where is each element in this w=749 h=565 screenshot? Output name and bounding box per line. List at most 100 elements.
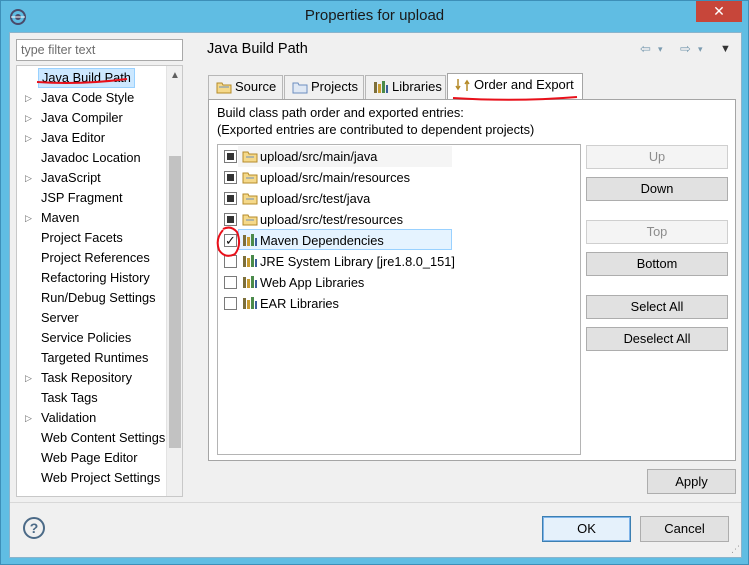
- classpath-entries-list: upload/src/main/java upload/src/main/reso…: [217, 144, 581, 455]
- expand-arrow-icon[interactable]: ▷: [25, 108, 35, 128]
- tab-projects[interactable]: Projects: [284, 75, 364, 99]
- view-menu-icon[interactable]: ▼: [720, 43, 731, 55]
- tree-item[interactable]: Server: [17, 308, 167, 328]
- tree-item[interactable]: ▷ Java Editor: [17, 128, 167, 148]
- tree-item-label: JSP Fragment: [41, 190, 123, 205]
- classpath-entry[interactable]: Maven Dependencies: [218, 230, 578, 251]
- bottom-button[interactable]: Bottom: [586, 252, 728, 276]
- classpath-entry[interactable]: Web App Libraries: [218, 272, 578, 293]
- down-button[interactable]: Down: [586, 177, 728, 201]
- tree-item-label: Validation: [41, 410, 97, 425]
- navigation-icons: ⇦ ▾ ⇨ ▾ ▼: [640, 41, 736, 59]
- tree-item[interactable]: ▷ JavaScript: [17, 168, 167, 188]
- export-checkbox[interactable]: [224, 255, 237, 268]
- forward-arrow-icon[interactable]: ⇨: [680, 41, 691, 57]
- classpath-entry[interactable]: upload/src/test/resources: [218, 209, 578, 230]
- tree-item[interactable]: JSP Fragment: [17, 188, 167, 208]
- classpath-entry-label: EAR Libraries: [260, 296, 339, 311]
- tree-item[interactable]: Web Project Settings: [17, 468, 167, 488]
- export-checkbox[interactable]: [224, 171, 237, 184]
- library-icon: [243, 255, 257, 267]
- expand-arrow-icon[interactable]: ▷: [25, 408, 35, 428]
- tab-libraries[interactable]: Libraries: [365, 75, 446, 99]
- export-checkbox[interactable]: [224, 297, 237, 310]
- tree-item-label: Server: [41, 310, 79, 325]
- footer-separator: [10, 502, 741, 503]
- classpath-entry-label: upload/src/test/java: [260, 191, 371, 206]
- tree-item[interactable]: Project Facets: [17, 228, 167, 248]
- resize-grip-icon[interactable]: ⋰: [731, 544, 740, 555]
- classpath-entry-label: JRE System Library [jre1.8.0_151]: [260, 254, 455, 269]
- tree-item[interactable]: ▷ Validation: [17, 408, 167, 428]
- help-icon[interactable]: ?: [23, 517, 45, 539]
- classpath-entry-label: upload/src/test/resources: [260, 212, 403, 227]
- export-checkbox[interactable]: [224, 213, 237, 226]
- expand-arrow-icon[interactable]: ▷: [25, 208, 35, 228]
- tree-item[interactable]: Run/Debug Settings: [17, 288, 167, 308]
- tree-item[interactable]: Refactoring History: [17, 268, 167, 288]
- top-button[interactable]: Top: [586, 220, 728, 244]
- tree-item-label: Run/Debug Settings: [41, 290, 156, 305]
- classpath-entry[interactable]: upload/src/main/resources: [218, 167, 578, 188]
- back-menu-icon[interactable]: ▾: [658, 44, 663, 55]
- classpath-entry[interactable]: upload/src/main/java: [218, 146, 578, 167]
- tree-vertical-scrollbar[interactable]: ▲: [166, 66, 182, 496]
- classpath-entry-label: upload/src/main/resources: [260, 170, 411, 185]
- tree-item[interactable]: Targeted Runtimes: [17, 348, 167, 368]
- source-folder-icon: [242, 172, 258, 184]
- filter-input[interactable]: type filter text: [16, 39, 183, 61]
- tree-item-label: Web Page Editor: [41, 450, 138, 465]
- classpath-entry[interactable]: EAR Libraries: [218, 293, 578, 314]
- tree-item-label: Targeted Runtimes: [41, 350, 149, 365]
- tree-item-label: Refactoring History: [41, 270, 150, 285]
- export-checkbox[interactable]: [224, 230, 237, 251]
- expand-arrow-icon[interactable]: ▷: [25, 368, 35, 388]
- tree-item[interactable]: ▷ Java Compiler: [17, 108, 167, 128]
- tree-item[interactable]: Project References: [17, 248, 167, 268]
- title-bar[interactable]: Properties for upload ✕: [1, 1, 748, 33]
- order-and-export-panel: Build class path order and exported entr…: [208, 99, 736, 461]
- forward-menu-icon[interactable]: ▾: [698, 44, 703, 55]
- tree-item-label: Task Repository: [41, 370, 133, 385]
- classpath-entry[interactable]: JRE System Library [jre1.8.0_151]: [218, 251, 578, 272]
- tree-item[interactable]: Task Tags: [17, 388, 167, 408]
- close-button[interactable]: ✕: [696, 1, 742, 22]
- panel-description-note: (Exported entries are contributed to dep…: [217, 122, 535, 137]
- scroll-thumb[interactable]: [169, 156, 181, 448]
- tree-item[interactable]: ▷ Maven: [17, 208, 167, 228]
- classpath-entry-label: Maven Dependencies: [260, 233, 384, 248]
- tree-item[interactable]: Web Page Editor: [17, 448, 167, 468]
- tree-item[interactable]: ▷ Task Repository: [17, 368, 167, 388]
- libraries-icon: [374, 81, 388, 93]
- tree-item[interactable]: Javadoc Location: [17, 148, 167, 168]
- tab-order-and-export-label: Order and Export: [474, 77, 574, 92]
- up-button[interactable]: Up: [586, 145, 728, 169]
- export-checkbox[interactable]: [224, 150, 237, 163]
- tree-item-label: Service Policies: [41, 330, 132, 345]
- tree-item-label: Javadoc Location: [41, 150, 141, 165]
- tree-item[interactable]: Service Policies: [17, 328, 167, 348]
- tab-source[interactable]: Source: [208, 75, 283, 99]
- tab-order-and-export[interactable]: Order and Export: [447, 73, 583, 100]
- expand-arrow-icon[interactable]: ▷: [25, 168, 35, 188]
- export-checkbox[interactable]: [224, 276, 237, 289]
- page-title: Java Build Path: [207, 41, 308, 57]
- deselect-all-button[interactable]: Deselect All: [586, 327, 728, 351]
- tree-item[interactable]: ▷ Java Code Style: [17, 88, 167, 108]
- window-title: Properties for upload: [304, 7, 445, 24]
- expand-arrow-icon[interactable]: ▷: [25, 128, 35, 148]
- classpath-entry[interactable]: upload/src/test/java: [218, 188, 578, 209]
- back-arrow-icon[interactable]: ⇦: [640, 41, 651, 57]
- classpath-entry-label: Web App Libraries: [260, 275, 365, 290]
- scroll-up-icon[interactable]: ▲: [167, 68, 182, 84]
- cancel-button[interactable]: Cancel: [640, 516, 729, 542]
- tree-item[interactable]: Java Build Path: [17, 68, 167, 88]
- expand-arrow-icon[interactable]: ▷: [25, 88, 35, 108]
- select-all-button[interactable]: Select All: [586, 295, 728, 319]
- export-checkbox[interactable]: [224, 192, 237, 205]
- tree-item-label: Maven: [41, 210, 80, 225]
- tree-item-label: Project References: [41, 250, 150, 265]
- apply-button[interactable]: Apply: [647, 469, 736, 494]
- tree-item[interactable]: Web Content Settings: [17, 428, 167, 448]
- ok-button[interactable]: OK: [542, 516, 631, 542]
